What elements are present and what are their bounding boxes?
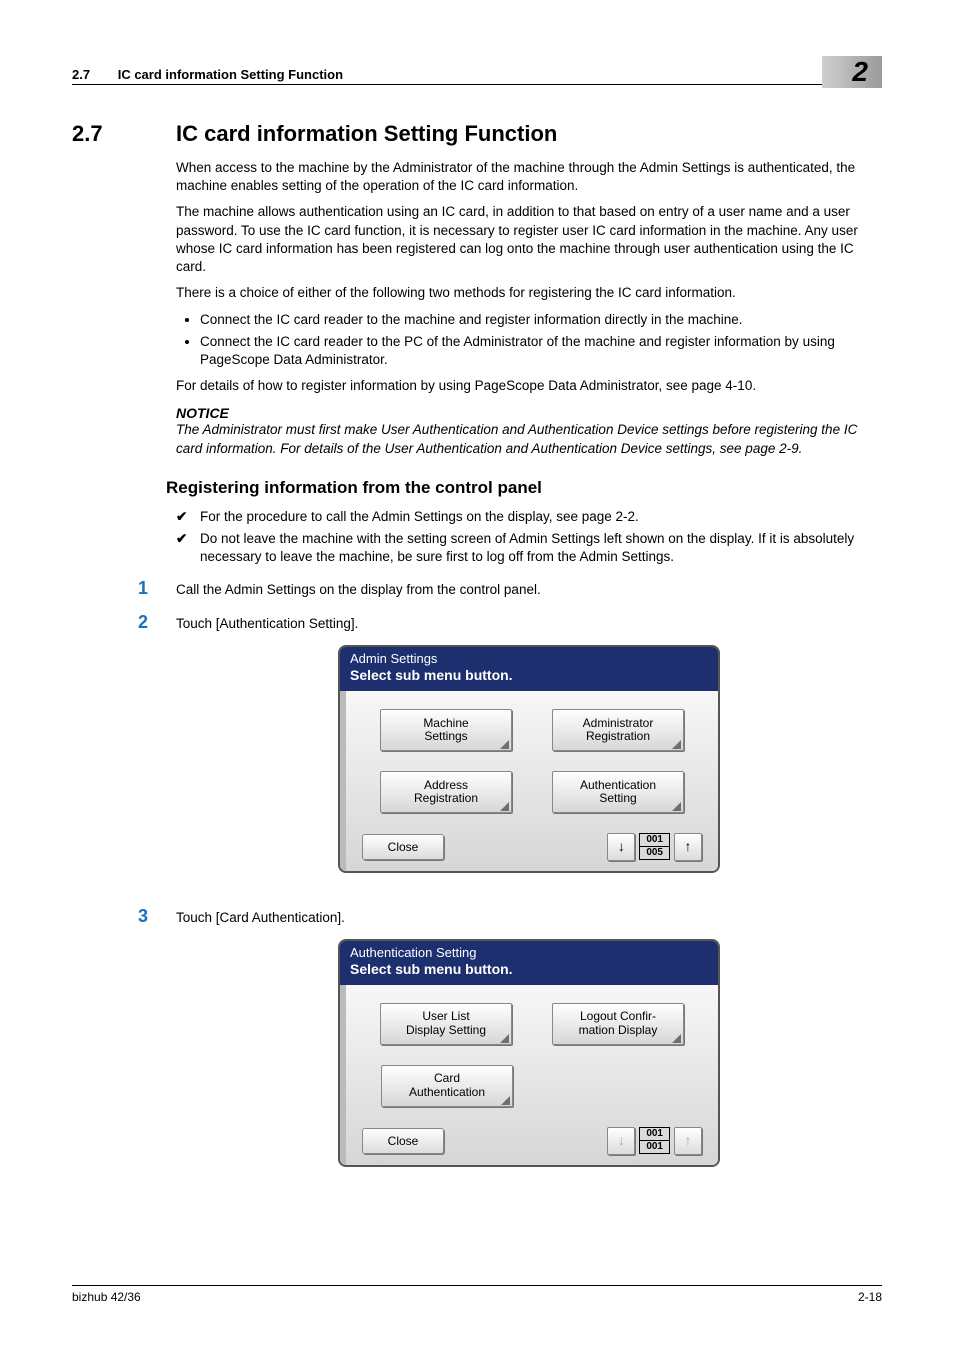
steps-list: 1 Call the Admin Settings on the display… xyxy=(176,581,882,1187)
footer-product: bizhub 42/36 xyxy=(72,1290,141,1304)
header-section-number: 2.7 xyxy=(72,67,90,82)
notice-heading: NOTICE xyxy=(176,405,882,421)
page-current: 001 xyxy=(640,834,669,847)
arrow-down-icon: ↓ xyxy=(618,1131,625,1150)
method-item-1: Connect the IC card reader to the machin… xyxy=(200,311,882,329)
prereq-2: Do not leave the machine with the settin… xyxy=(200,530,882,566)
admin-settings-panel: Admin Settings Select sub menu button. M… xyxy=(338,645,720,873)
card-authentication-button[interactable]: Card Authentication xyxy=(381,1065,513,1107)
submenu-corner-icon xyxy=(500,740,509,749)
check-icon: ✔ xyxy=(176,508,200,526)
panel-title-bar: Admin Settings Select sub menu button. xyxy=(340,647,718,691)
running-header-left: 2.7 IC card information Setting Function xyxy=(72,67,343,82)
header-section-title: IC card information Setting Function xyxy=(118,67,343,82)
panel-title-line2: Select sub menu button. xyxy=(350,961,708,979)
step-number: 3 xyxy=(138,907,162,925)
arrow-up-icon: ↑ xyxy=(685,837,692,856)
method-list: Connect the IC card reader to the machin… xyxy=(176,311,882,370)
section-number: 2.7 xyxy=(72,121,156,147)
page-total: 001 xyxy=(640,1141,669,1153)
close-button[interactable]: Close xyxy=(362,1128,444,1154)
page-current: 001 xyxy=(640,1128,669,1141)
pager: ↓ 001 001 ↑ xyxy=(607,1127,702,1155)
address-registration-button[interactable]: Address Registration xyxy=(380,771,512,813)
running-header: 2.7 IC card information Setting Function… xyxy=(72,50,882,85)
prereq-1: For the procedure to call the Admin Sett… xyxy=(200,508,639,526)
step-3-text: Touch [Card Authentication]. xyxy=(176,910,345,925)
section-heading-text: IC card information Setting Function xyxy=(176,121,557,146)
page-down-button[interactable]: ↓ xyxy=(607,833,635,861)
step-number: 1 xyxy=(138,579,162,597)
page-up-button[interactable]: ↑ xyxy=(674,1127,702,1155)
authentication-setting-panel: Authentication Setting Select sub menu b… xyxy=(338,939,720,1167)
step-2-text: Touch [Authentication Setting]. xyxy=(176,616,358,631)
panel-title-bar: Authentication Setting Select sub menu b… xyxy=(340,941,718,985)
reference-para: For details of how to register informati… xyxy=(176,377,882,395)
intro-para-1: When access to the machine by the Admini… xyxy=(176,159,882,195)
main-content: 2.7IC card information Setting Function … xyxy=(176,121,882,1187)
administrator-registration-button[interactable]: Administrator Registration xyxy=(552,709,684,751)
step-1-text: Call the Admin Settings on the display f… xyxy=(176,581,882,599)
panel-title-line1: Admin Settings xyxy=(350,651,708,667)
logout-confirmation-display-button[interactable]: Logout Confir- mation Display xyxy=(552,1003,684,1045)
intro-para-3: There is a choice of either of the follo… xyxy=(176,284,882,302)
submenu-corner-icon xyxy=(500,1034,509,1043)
machine-settings-button[interactable]: Machine Settings xyxy=(380,709,512,751)
authentication-setting-button[interactable]: Authentication Setting xyxy=(552,771,684,813)
panel-title-line1: Authentication Setting xyxy=(350,945,708,961)
step-number: 2 xyxy=(138,613,162,631)
page-counter: 001 005 xyxy=(639,833,670,860)
page-up-button[interactable]: ↑ xyxy=(674,833,702,861)
close-button[interactable]: Close xyxy=(362,834,444,860)
page-counter: 001 001 xyxy=(639,1127,670,1154)
prerequisite-list: ✔For the procedure to call the Admin Set… xyxy=(176,508,882,567)
subsection-title: Registering information from the control… xyxy=(166,478,882,498)
method-item-2: Connect the IC card reader to the PC of … xyxy=(200,333,882,369)
notice-body: The Administrator must first make User A… xyxy=(176,421,882,457)
submenu-corner-icon xyxy=(500,802,509,811)
section-title: 2.7 IC card information Setting Function xyxy=(72,121,882,147)
submenu-corner-icon xyxy=(501,1096,510,1105)
submenu-corner-icon xyxy=(672,740,681,749)
footer-page-number: 2-18 xyxy=(858,1290,882,1304)
arrow-up-icon: ↑ xyxy=(685,1131,692,1150)
check-icon: ✔ xyxy=(176,530,200,566)
page-footer: bizhub 42/36 2-18 xyxy=(72,1285,882,1304)
intro-para-2: The machine allows authentication using … xyxy=(176,203,882,276)
user-list-display-setting-button[interactable]: User List Display Setting xyxy=(380,1003,512,1045)
pager: ↓ 001 005 ↑ xyxy=(607,833,702,861)
page-down-button[interactable]: ↓ xyxy=(607,1127,635,1155)
page-total: 005 xyxy=(640,847,669,859)
chapter-tab: 2 xyxy=(822,56,882,88)
submenu-corner-icon xyxy=(672,802,681,811)
submenu-corner-icon xyxy=(672,1034,681,1043)
arrow-down-icon: ↓ xyxy=(618,837,625,856)
panel-title-line2: Select sub menu button. xyxy=(350,667,708,685)
